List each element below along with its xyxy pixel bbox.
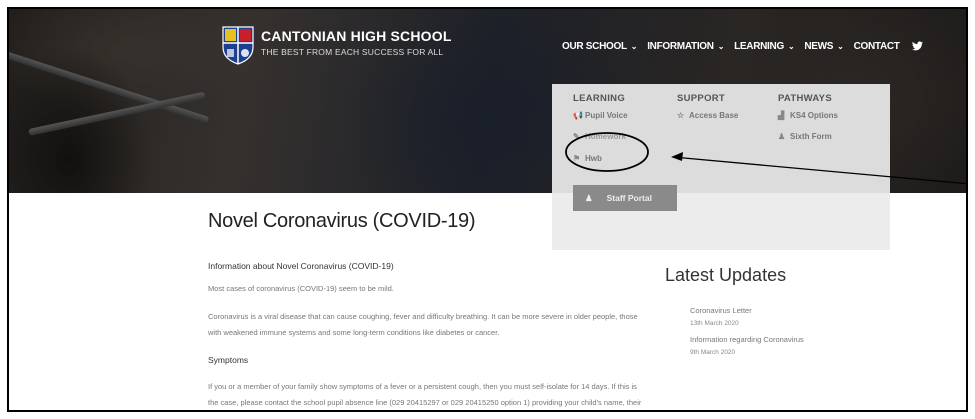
graduate-icon: ♟ bbox=[778, 132, 786, 141]
school-crest-logo[interactable] bbox=[221, 25, 255, 65]
main-navigation: OUR SCHOOL ⌄ INFORMATION ⌄ LEARNING ⌄ NE… bbox=[562, 41, 923, 52]
paragraph-viral-disease: Coronavirus is a viral disease that can … bbox=[208, 312, 638, 337]
school-tagline: THE BEST FROM EACH SUCCESS FOR ALL bbox=[261, 47, 444, 57]
menu-link-hwb[interactable]: ⚑ Hwb bbox=[573, 154, 602, 163]
menu-link-sixth-form[interactable]: ♟ Sixth Form bbox=[778, 132, 832, 141]
intro-heading: Information about Novel Coronavirus (COV… bbox=[208, 261, 394, 271]
megaphone-icon: 📢 bbox=[573, 111, 583, 120]
browser-viewport: CANTONIAN HIGH SCHOOL THE BEST FROM EACH… bbox=[7, 7, 968, 412]
nav-label: NEWS bbox=[804, 41, 834, 52]
nav-our-school[interactable]: OUR SCHOOL ⌄ bbox=[562, 41, 638, 52]
nav-label: CONTACT bbox=[853, 41, 900, 52]
menu-heading-pathways: PATHWAYS bbox=[778, 93, 832, 104]
menu-link-ks4-options[interactable]: ▟ KS4 Options bbox=[778, 111, 838, 120]
pencil-icon: ✎ bbox=[573, 132, 580, 141]
menu-link-access-base[interactable]: ☆ Access Base bbox=[677, 111, 738, 120]
menu-link-label: Sixth Form bbox=[790, 132, 832, 141]
bar-chart-icon: ▟ bbox=[778, 111, 785, 120]
symptoms-heading: Symptoms bbox=[208, 355, 249, 365]
paragraph-mild-cases: Most cases of coronavirus (COVID-19) see… bbox=[208, 284, 394, 293]
nav-label: OUR SCHOOL bbox=[562, 41, 627, 52]
page-title: Novel Coronavirus (COVID-19) bbox=[208, 210, 476, 232]
latest-updates-title: Latest Updates bbox=[665, 265, 787, 285]
nav-information[interactable]: INFORMATION ⌄ bbox=[647, 41, 724, 52]
staff-portal-label: Staff Portal bbox=[606, 193, 652, 203]
school-name[interactable]: CANTONIAN HIGH SCHOOL bbox=[261, 28, 452, 44]
flag-icon: ⚑ bbox=[573, 154, 581, 163]
menu-link-label: Pupil Voice bbox=[585, 111, 628, 120]
paragraph-self-isolate: If you or a member of your family show s… bbox=[208, 382, 642, 407]
menu-link-pupil-voice[interactable]: 📢 Pupil Voice bbox=[573, 111, 628, 120]
chevron-down-icon: ⌄ bbox=[717, 42, 725, 51]
menu-link-homework[interactable]: ✎ Homework bbox=[573, 132, 626, 141]
star-icon: ☆ bbox=[677, 111, 685, 120]
update-link-information-regarding-coronavirus[interactable]: Information regarding Coronavirus bbox=[690, 335, 804, 344]
nav-contact[interactable]: CONTACT bbox=[854, 41, 900, 52]
nav-label: INFORMATION bbox=[647, 41, 714, 52]
update-date: 9th March 2020 bbox=[690, 349, 736, 356]
twitter-icon[interactable] bbox=[911, 41, 923, 51]
menu-link-label: Access Base bbox=[689, 111, 739, 120]
menu-link-label: Homework bbox=[585, 132, 626, 141]
chevron-down-icon: ⌄ bbox=[787, 42, 795, 51]
nav-learning[interactable]: LEARNING ⌄ bbox=[734, 41, 795, 52]
staff-portal-button[interactable]: ♟ Staff Portal bbox=[573, 185, 677, 211]
menu-heading-support: SUPPORT bbox=[677, 93, 726, 104]
chevron-down-icon: ⌄ bbox=[630, 42, 638, 51]
learning-mega-menu: LEARNING SUPPORT PATHWAYS 📢 Pupil Voice ✎… bbox=[552, 84, 890, 250]
menu-link-label: Hwb bbox=[585, 154, 602, 163]
nav-news[interactable]: NEWS ⌄ bbox=[804, 41, 844, 52]
update-date: 13th March 2020 bbox=[690, 320, 739, 327]
chevron-down-icon: ⌄ bbox=[837, 42, 844, 51]
menu-link-label: KS4 Options bbox=[790, 111, 839, 120]
user-icon: ♟ bbox=[585, 192, 593, 203]
menu-heading-learning: LEARNING bbox=[573, 93, 626, 104]
update-link-coronavirus-letter[interactable]: Coronavirus Letter bbox=[690, 306, 752, 315]
nav-label: LEARNING bbox=[734, 41, 784, 52]
